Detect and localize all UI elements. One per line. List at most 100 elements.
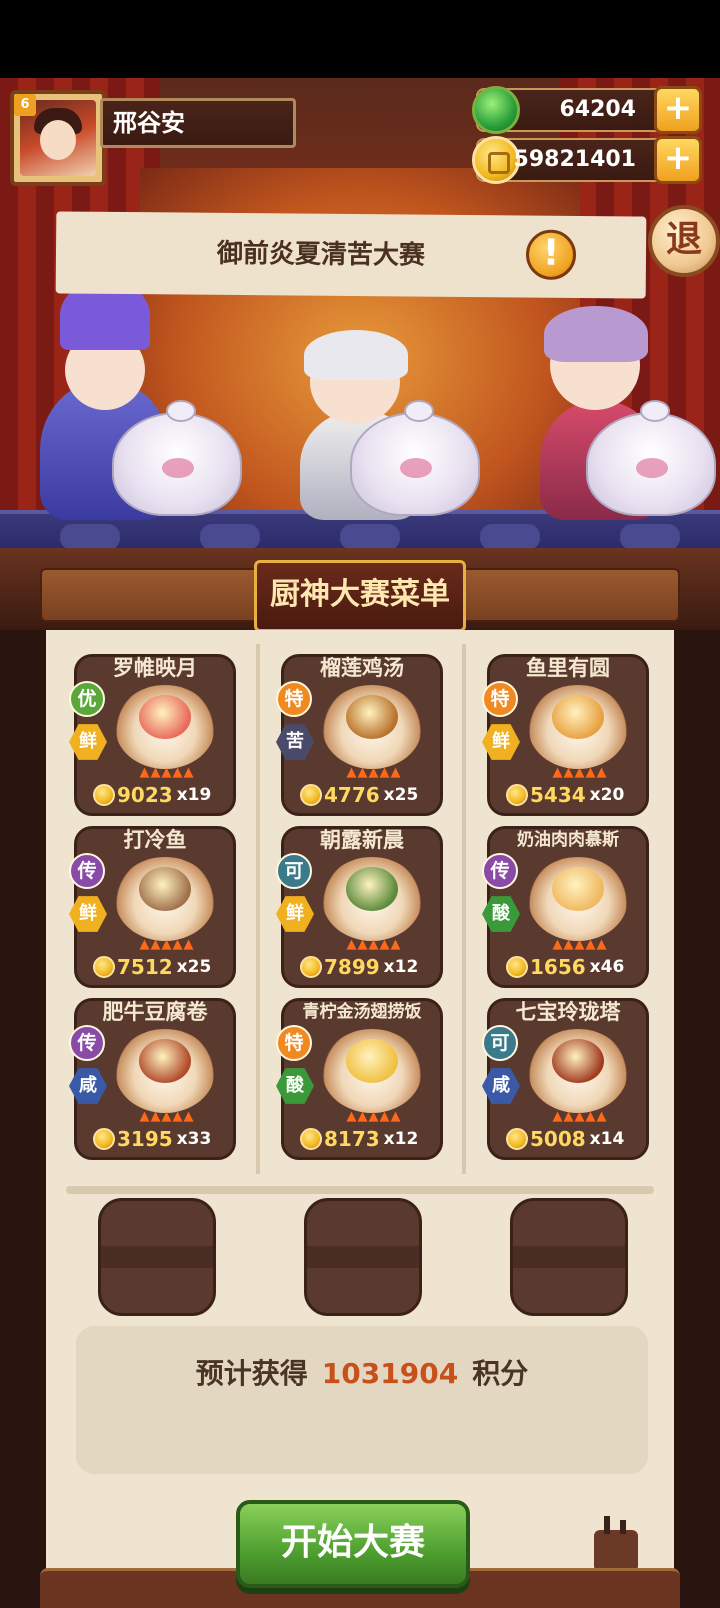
menu-title: 厨神大赛菜单 <box>254 560 466 632</box>
taste-badge: 咸 <box>69 1068 107 1104</box>
rank-badge: 传 <box>69 1025 105 1061</box>
price-row: 5434 x20 <box>506 783 640 811</box>
dish-image <box>115 857 215 941</box>
flame-rating-icon: ▲▲▲▲▲ <box>552 1109 608 1124</box>
taste-badge: 鲜 <box>276 896 314 932</box>
dish-quantity: x14 <box>589 1129 625 1149</box>
event-info-icon[interactable]: ! <box>525 229 577 280</box>
exit-button[interactable]: 退 <box>648 205 720 277</box>
dish-slot-1[interactable] <box>98 1198 216 1316</box>
taste-badge: 咸 <box>482 1068 520 1104</box>
rank-badge: 传 <box>482 853 518 889</box>
coin-icon <box>93 956 115 978</box>
rank-badge: 优 <box>69 681 105 717</box>
right-wall <box>674 630 720 1608</box>
dish-quantity: x12 <box>383 957 419 977</box>
price-row: 8173 x12 <box>300 1127 434 1155</box>
column-divider <box>256 644 260 1174</box>
dish-quantity: x20 <box>589 785 625 805</box>
coin-icon <box>300 1128 322 1150</box>
column-divider <box>462 644 466 1174</box>
rank-badge: 特 <box>482 681 518 717</box>
jade-amount: 64204 <box>559 97 636 122</box>
jade-currency: 64204 + <box>472 86 702 134</box>
coin-icon <box>506 956 528 978</box>
teapot-center <box>350 400 480 516</box>
coin-icon <box>506 784 528 806</box>
dish-name: 打冷鱼 <box>123 828 187 852</box>
estimate-label: 预计获得 <box>195 1357 308 1390</box>
left-wall <box>0 630 46 1608</box>
flame-rating-icon: ▲▲▲▲▲ <box>139 765 195 780</box>
dish-name: 鱼里有圆 <box>526 656 610 680</box>
dish-image <box>322 857 422 941</box>
dish-quantity: x25 <box>383 785 419 805</box>
taste-badge: 酸 <box>482 896 520 932</box>
dish-image <box>528 685 628 769</box>
taste-badge: 鲜 <box>69 896 107 932</box>
player-avatar-card[interactable]: 6 <box>10 90 106 186</box>
dish-quantity: x12 <box>383 1129 419 1149</box>
dish-price: 4776 <box>324 783 380 807</box>
coin-amount: 59821401 <box>513 147 636 172</box>
dish-card[interactable]: 打冷鱼 ▲▲▲▲▲ 传鲜 7512 x25 <box>69 826 236 988</box>
flame-rating-icon: ▲▲▲▲▲ <box>552 765 608 780</box>
flame-rating-icon: ▲▲▲▲▲ <box>346 937 402 952</box>
coin-icon <box>300 956 322 978</box>
dish-price: 9023 <box>117 783 173 807</box>
dish-quantity: x25 <box>176 957 212 977</box>
dish-name: 肥牛豆腐卷 <box>102 1000 208 1024</box>
dish-price: 7512 <box>117 955 173 979</box>
flame-rating-icon: ▲▲▲▲▲ <box>139 937 195 952</box>
dish-price: 7899 <box>324 955 380 979</box>
dish-card[interactable]: 朝露新晨 ▲▲▲▲▲ 可鲜 7899 x12 <box>276 826 443 988</box>
price-row: 3195 x33 <box>93 1127 227 1155</box>
jade-icon <box>472 86 520 134</box>
teapot-left <box>112 400 242 516</box>
flame-rating-icon: ▲▲▲▲▲ <box>139 1109 195 1124</box>
dish-quantity: x46 <box>589 957 625 977</box>
status-bar <box>0 0 720 78</box>
dish-card[interactable]: 奶油肉肉慕斯 ▲▲▲▲▲ 传酸 1656 x46 <box>482 826 649 988</box>
price-row: 7899 x12 <box>300 955 434 983</box>
dish-card[interactable]: 肥牛豆腐卷 ▲▲▲▲▲ 传咸 3195 x33 <box>69 998 236 1160</box>
add-coins-button[interactable]: + <box>654 136 702 184</box>
rank-badge: 特 <box>276 1025 312 1061</box>
dish-card[interactable]: 榴莲鸡汤 ▲▲▲▲▲ 特苦 4776 x25 <box>276 654 443 816</box>
dish-card[interactable]: 七宝玲珑塔 ▲▲▲▲▲ 可咸 5008 x14 <box>482 998 649 1160</box>
coin-currency: 59821401 + <box>472 136 702 184</box>
estimate-panel: 预计获得 1031904 积分 <box>76 1326 648 1474</box>
dish-name: 青柠金汤翅捞饭 <box>302 1002 422 1022</box>
taste-badge: 鲜 <box>69 724 107 760</box>
start-contest-button[interactable]: 开始大赛 <box>236 1500 470 1588</box>
dish-card[interactable]: 青柠金汤翅捞饭 ▲▲▲▲▲ 特酸 8173 x12 <box>276 998 443 1160</box>
dish-slot-3[interactable] <box>510 1198 628 1316</box>
dish-quantity: x33 <box>176 1129 212 1149</box>
player-name: 邢谷安 <box>100 98 296 148</box>
dish-name: 罗帷映月 <box>113 656 197 680</box>
dish-card[interactable]: 罗帷映月 ▲▲▲▲▲ 优鲜 9023 x19 <box>69 654 236 816</box>
dish-slot-2[interactable] <box>304 1198 422 1316</box>
dish-image <box>115 1029 215 1113</box>
brush-pot-decoration <box>594 1516 638 1572</box>
dish-name: 七宝玲珑塔 <box>515 1000 621 1024</box>
price-row: 1656 x46 <box>506 955 640 983</box>
estimate-unit: 积分 <box>472 1357 529 1390</box>
rank-badge: 特 <box>276 681 312 717</box>
dish-price: 5008 <box>530 1127 586 1151</box>
dish-image <box>322 1029 422 1113</box>
rank-badge: 传 <box>69 853 105 889</box>
player-level-badge: 6 <box>14 94 36 116</box>
dish-card[interactable]: 鱼里有圆 ▲▲▲▲▲ 特鲜 5434 x20 <box>482 654 649 816</box>
coin-icon <box>93 1128 115 1150</box>
price-row: 7512 x25 <box>93 955 227 983</box>
add-jade-button[interactable]: + <box>654 86 702 134</box>
event-banner: 御前炎夏清苦大赛 ! <box>55 211 647 299</box>
taste-badge: 苦 <box>276 724 314 760</box>
estimate-value: 1031904 <box>321 1357 459 1390</box>
taste-badge: 鲜 <box>482 724 520 760</box>
row-divider <box>66 1186 654 1194</box>
flame-rating-icon: ▲▲▲▲▲ <box>346 1109 402 1124</box>
taste-badge: 酸 <box>276 1068 314 1104</box>
price-row: 9023 x19 <box>93 783 227 811</box>
